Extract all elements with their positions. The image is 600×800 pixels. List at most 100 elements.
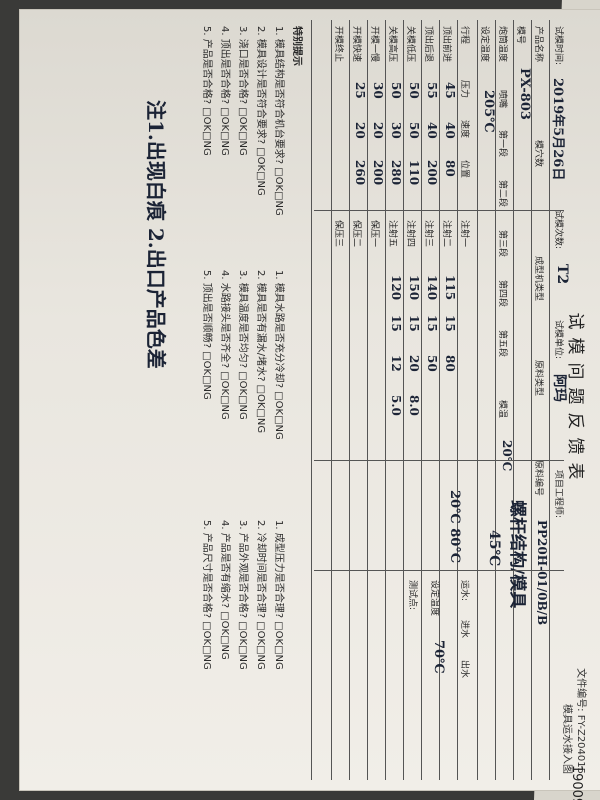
nozzle-label: 喷嘴	[497, 90, 507, 109]
inlet-label: 进水	[459, 620, 469, 639]
part-no-value: PP20H-01/0B/B	[535, 520, 549, 626]
right-check: 5. 产品尺寸是否合格? □OK□NG	[201, 520, 212, 670]
zone-4: 第四段	[497, 280, 507, 308]
position-val: 200	[371, 160, 385, 186]
photo-stage: 试模问题反馈表 文件编号: FY-Z204015 模具运水接入图 试模时间: 2…	[0, 0, 600, 800]
trial-count-label: 试模次数:	[553, 210, 563, 250]
inj-speed: 15	[407, 315, 421, 332]
inj-speed: 15	[389, 315, 403, 332]
rule	[349, 20, 350, 780]
position-val: 110	[407, 160, 421, 186]
hand-note-2: 45℃	[486, 530, 502, 567]
zone-2: 第二段	[497, 180, 507, 208]
mid-check: 2. 模具是否有漏水/堵水? □OK□NG	[255, 270, 266, 434]
outlet-label: 出水	[459, 660, 469, 679]
material-type-label: 原料类型	[533, 360, 543, 397]
inj-time: 5.0	[389, 395, 403, 416]
trial-unit-label: 试模单位:	[553, 320, 563, 360]
col-divider	[314, 570, 564, 571]
rule	[549, 20, 550, 780]
mold-temp-label: 模温	[497, 400, 507, 419]
test-point-label: 测试点:	[407, 580, 417, 611]
inj-time: 8.0	[407, 395, 421, 416]
speed-val: 50	[407, 122, 421, 139]
corner-number: 19009	[569, 764, 585, 800]
item-2: 顶出后退	[423, 26, 433, 63]
project-label: 项目工程师:	[553, 470, 563, 519]
item-5: 开模一慢	[369, 26, 379, 63]
col-divider	[314, 460, 564, 461]
rule	[311, 20, 312, 780]
trial-count-value: T2	[554, 264, 570, 285]
trial-date-label: 试模时间:	[553, 26, 563, 66]
hand-note-3: 20℃ 80°C	[447, 490, 462, 564]
speed-val: 30	[389, 122, 403, 139]
rule	[421, 20, 422, 780]
position-header: 位置	[459, 160, 469, 179]
item-0: 行程	[459, 26, 469, 45]
item-4: 关模高压	[387, 26, 397, 63]
cavity-label: 模穴数	[533, 140, 543, 168]
inj-row-0: 注射一	[459, 220, 469, 248]
inj-position: 80	[443, 355, 457, 372]
speed-header: 速度	[459, 120, 469, 139]
set-temp-cool-value: 70℃	[431, 640, 446, 674]
zone-1: 第一段	[497, 130, 507, 158]
item-6: 开模快速	[351, 26, 361, 63]
product-name-label: 产品名称	[533, 26, 543, 63]
inj-row-3: 注射四	[405, 220, 415, 248]
rule	[403, 20, 404, 780]
hand-note-1: 螺杆结构/模具	[507, 500, 527, 609]
hold-row-1: 保压二	[351, 220, 361, 248]
pressure-header: 压力	[459, 80, 469, 99]
inj-pressure: 115	[443, 275, 457, 301]
inj-row-2: 注射三	[423, 220, 433, 248]
rule	[457, 20, 458, 780]
doc-number: 文件编号: FY-Z204015	[575, 668, 586, 774]
trial-feedback-form: 试模问题反馈表 文件编号: FY-Z204015 模具运水接入图 试模时间: 2…	[20, 10, 600, 790]
inj-pressure: 120	[389, 275, 403, 301]
mold-temp-value: 20℃	[500, 440, 514, 472]
set-temp-label: 设定温度	[479, 26, 489, 63]
zone-3: 第三段	[497, 230, 507, 258]
mid-check: 4. 水路接头是否齐全? □OK□NG	[219, 270, 230, 420]
position-val: 80	[443, 160, 457, 177]
speed-val: 40	[425, 122, 439, 139]
water-label: 运水:	[459, 580, 469, 602]
check-item: 5. 产品是否合格? □OK□NG	[201, 26, 212, 156]
rule	[477, 20, 478, 780]
position-val: 260	[353, 160, 367, 186]
hold-row-0: 保压一	[369, 220, 379, 248]
speed-val: 40	[443, 122, 457, 139]
set-temp-cool-label: 设定温度	[429, 580, 439, 617]
material-no-label: 原料编号	[533, 460, 543, 497]
set-temp-value: 205℃	[481, 90, 496, 133]
safety-title: 特别提示	[291, 26, 302, 66]
inj-pressure: 140	[425, 275, 439, 301]
position-val: 280	[389, 160, 403, 186]
right-check: 1. 成型压力是否合理? □OK□NG	[273, 520, 284, 670]
trial-unit-value: 阿玛	[551, 374, 567, 402]
rule	[367, 20, 368, 780]
rule	[385, 20, 386, 780]
inj-speed: 15	[425, 315, 439, 332]
rule	[513, 20, 514, 780]
check-item: 2. 模具设计是否符合要求? □OK□NG	[255, 26, 266, 196]
mold-no-label: 模号	[515, 26, 525, 45]
hold-row-2: 保压三	[333, 220, 343, 248]
item-1: 顶出前进	[441, 26, 451, 63]
trial-date-value: 2019年5月26日	[550, 78, 565, 181]
rule	[531, 20, 532, 780]
speed-val: 20	[353, 122, 367, 139]
mid-check: 3. 模具温度是否均匀? □OK□NG	[237, 270, 248, 420]
pressure-val: 45	[443, 82, 457, 99]
pressure-val: 55	[425, 82, 439, 99]
barrel-temp-label: 炮筒温度	[497, 26, 507, 63]
inj-position: 50	[425, 355, 439, 372]
inj-position: 20	[407, 355, 421, 372]
position-val: 200	[425, 160, 439, 186]
zone-5: 第五段	[497, 330, 507, 358]
pressure-val: 25	[353, 82, 367, 99]
pressure-val: 50	[407, 82, 421, 99]
inj-row-4: 注射五	[387, 220, 397, 248]
